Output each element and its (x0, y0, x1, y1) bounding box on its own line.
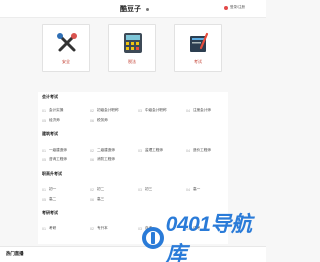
category-card-safety[interactable]: 安全 (42, 24, 90, 72)
list-item[interactable]: 02 初二 (90, 187, 104, 192)
list-item[interactable]: 06 高三 (90, 197, 104, 202)
list-item[interactable]: 01 初一 (42, 187, 56, 192)
section-title: 考研考试 (42, 210, 58, 215)
category-label: 税法 (128, 59, 136, 64)
section-title: 热门直播 (6, 251, 24, 256)
list-item[interactable]: 02 专升本 (90, 226, 108, 231)
category-card-exam[interactable]: 考试 (174, 24, 222, 72)
list-item[interactable]: 02 二级建造师 (90, 148, 115, 153)
brand-dot-icon (146, 8, 149, 11)
tools-icon (57, 33, 77, 52)
section-title: 建筑考试 (42, 131, 58, 136)
list-item[interactable]: 04 注册会计师 (186, 108, 211, 113)
book-pen-icon (190, 32, 209, 52)
list-item[interactable]: 05 咨询工程师 (42, 157, 67, 162)
login-link[interactable]: 登录/注册 (224, 5, 245, 10)
list-item[interactable]: 03 初三 (138, 187, 152, 192)
list-item[interactable]: 01 一级建造师 (42, 148, 67, 153)
list-item[interactable]: 02 初级会计职称 (90, 108, 119, 113)
category-card-tax[interactable]: 税法 (108, 24, 156, 72)
list-item[interactable]: 05 高二 (42, 197, 56, 202)
site-logo[interactable]: 酷豆子 (120, 4, 141, 14)
watermark-logo-icon (142, 227, 164, 249)
watermark: 0401导航库 (142, 213, 266, 262)
list-item[interactable]: 04 造价工程师 (186, 148, 211, 153)
category-label: 考试 (194, 59, 202, 64)
list-item[interactable]: 06 消防工程师 (90, 157, 115, 162)
list-item[interactable]: 05 经济师 (42, 118, 60, 123)
user-icon (224, 5, 228, 10)
section-title: 职高升考试 (42, 171, 62, 176)
login-label: 登录/注册 (230, 5, 245, 9)
list-item[interactable]: 03 监理工程师 (138, 148, 163, 153)
top-bar: 酷豆子 登录/注册 (0, 0, 266, 18)
list-item[interactable]: 01 会计实操 (42, 108, 63, 113)
list-item[interactable]: 04 高一 (186, 187, 200, 192)
list-item[interactable]: 01 考研 (42, 226, 56, 231)
watermark-text: 0401导航库 (165, 213, 252, 262)
list-item[interactable]: 06 税务师 (90, 118, 108, 123)
section-title: 会计考试 (42, 94, 58, 99)
calculator-icon (124, 33, 142, 53)
category-label: 安全 (62, 59, 70, 64)
list-item[interactable]: 03 中级会计职称 (138, 108, 167, 113)
